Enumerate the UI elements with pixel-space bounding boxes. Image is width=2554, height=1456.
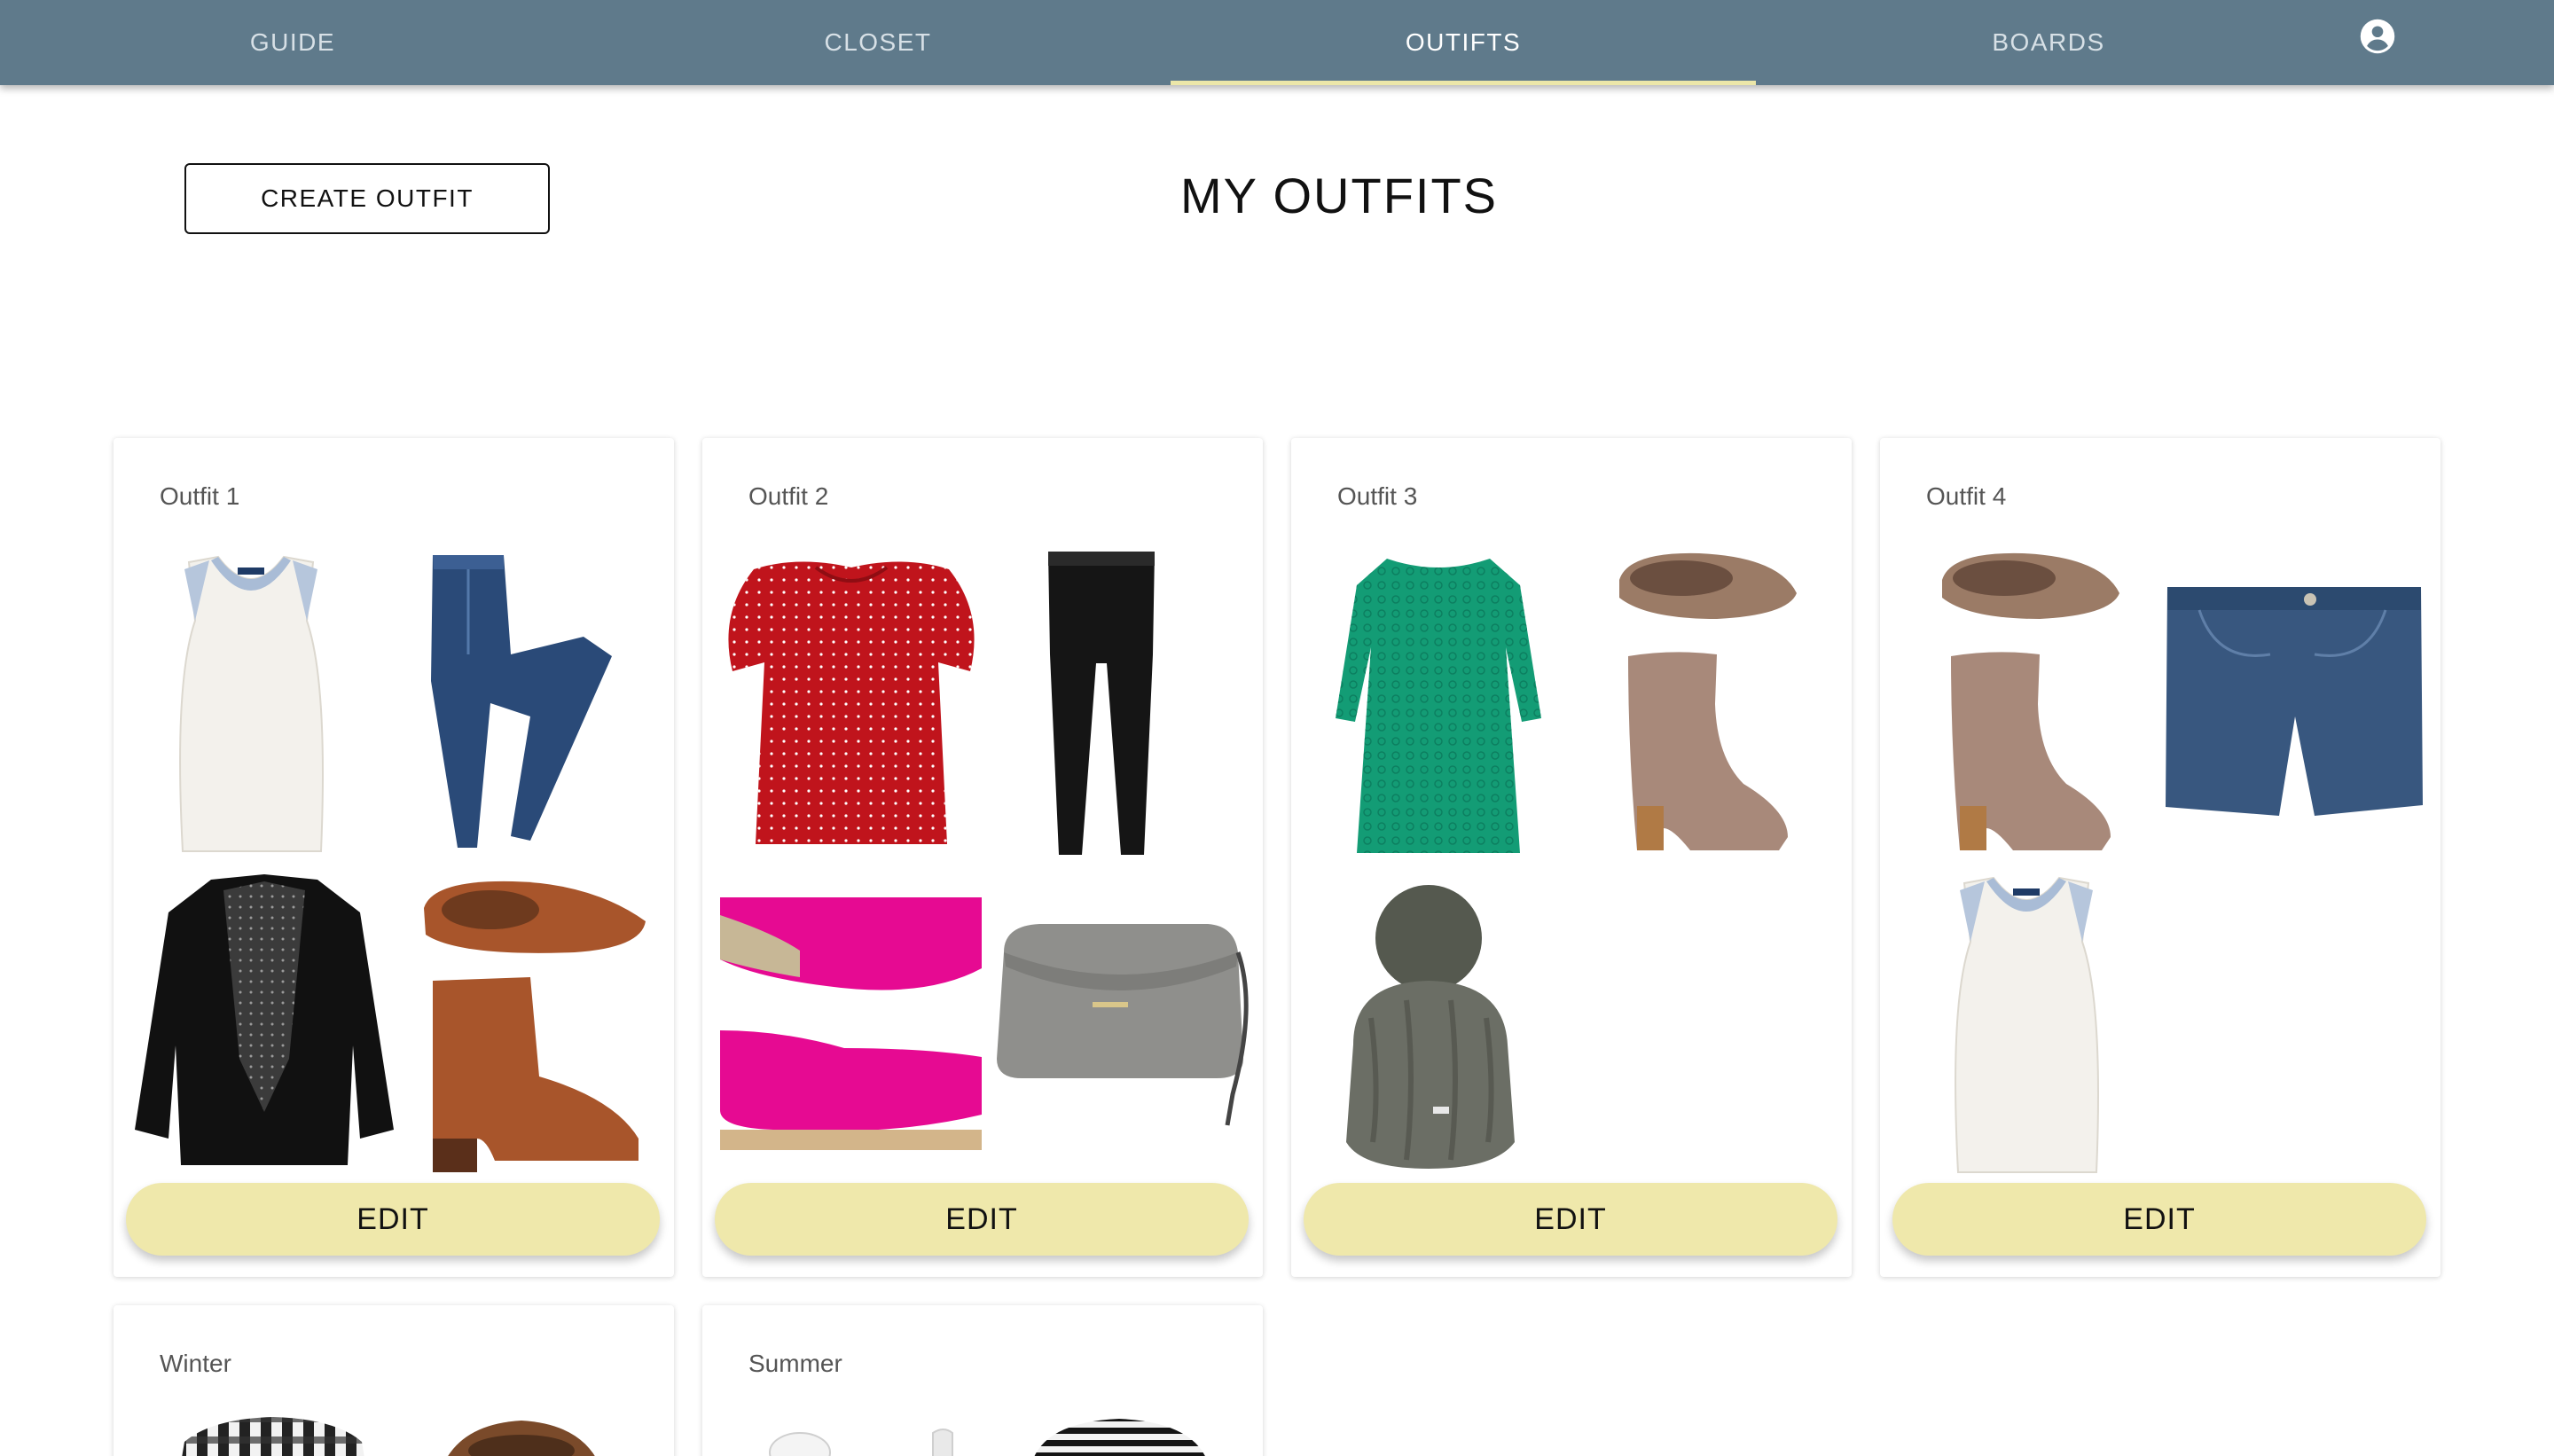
- striped-top-image: [1034, 1419, 1205, 1456]
- account-circle-icon: [2360, 19, 2395, 54]
- black-skinny-jeans-image: [1048, 552, 1155, 855]
- outfit-card: Outfit 2 EDIT: [702, 438, 1263, 1277]
- tab-outfits[interactable]: OUTIFTS: [1171, 0, 1756, 85]
- brown-ankle-boots-image: [424, 881, 646, 1172]
- outfit-title: Outfit 3: [1337, 482, 1418, 510]
- gray-crossbody-bag-image: [997, 924, 1249, 1126]
- edit-outfit-button[interactable]: EDIT: [1892, 1183, 2426, 1256]
- outfit-title: Summer: [748, 1350, 842, 1377]
- green-lace-dress-image: [1336, 559, 1541, 853]
- outfit-card: Summer: [702, 1305, 1263, 1456]
- denim-shorts-image: [2166, 587, 2423, 816]
- black-velvet-blazer-image: [135, 874, 394, 1165]
- tab-boards[interactable]: BOARDS: [1756, 0, 2341, 85]
- plaid-shirt-image: [182, 1417, 364, 1456]
- outfit-title: Outfit 1: [160, 482, 240, 510]
- tab-guide[interactable]: GUIDE: [0, 0, 585, 85]
- white-tank-top-image: [1955, 876, 2099, 1173]
- outfit-title: Outfit 2: [748, 482, 829, 510]
- edit-outfit-button[interactable]: EDIT: [126, 1183, 660, 1256]
- edit-outfit-button[interactable]: EDIT: [1304, 1183, 1837, 1256]
- brown-boots-image: [448, 1421, 595, 1456]
- pink-suede-loafers-image: [720, 897, 982, 1150]
- blue-skinny-jeans-image: [431, 555, 612, 848]
- outfit-title: Winter: [160, 1350, 231, 1377]
- white-earbuds-image: [769, 1429, 953, 1456]
- outfit-card: Outfit 3 EDIT: [1291, 438, 1852, 1277]
- outfit-card: Winter: [114, 1305, 674, 1456]
- taupe-slouch-boots-image: [1619, 552, 1797, 850]
- create-outfit-button[interactable]: CREATE OUTFIT: [184, 163, 550, 234]
- taupe-slouch-boots-image: [1942, 552, 2119, 850]
- edit-outfit-button[interactable]: EDIT: [715, 1183, 1249, 1256]
- gray-knit-pom-beanie-image: [1346, 885, 1515, 1169]
- white-tank-top-image: [179, 555, 324, 852]
- outfit-title: Outfit 4: [1926, 482, 2007, 510]
- tab-closet[interactable]: CLOSET: [585, 0, 1171, 85]
- outfit-card: Outfit 4 EDIT: [1880, 438, 2440, 1277]
- outfit-card: Outfit 1 EDIT: [114, 438, 674, 1277]
- account-button[interactable]: [2359, 18, 2396, 55]
- red-polka-dot-blouse-image: [728, 561, 975, 844]
- top-nav-bar: GUIDE CLOSET OUTIFTS BOARDS: [0, 0, 2554, 85]
- page-title: MY OUTFITS: [1179, 168, 1499, 223]
